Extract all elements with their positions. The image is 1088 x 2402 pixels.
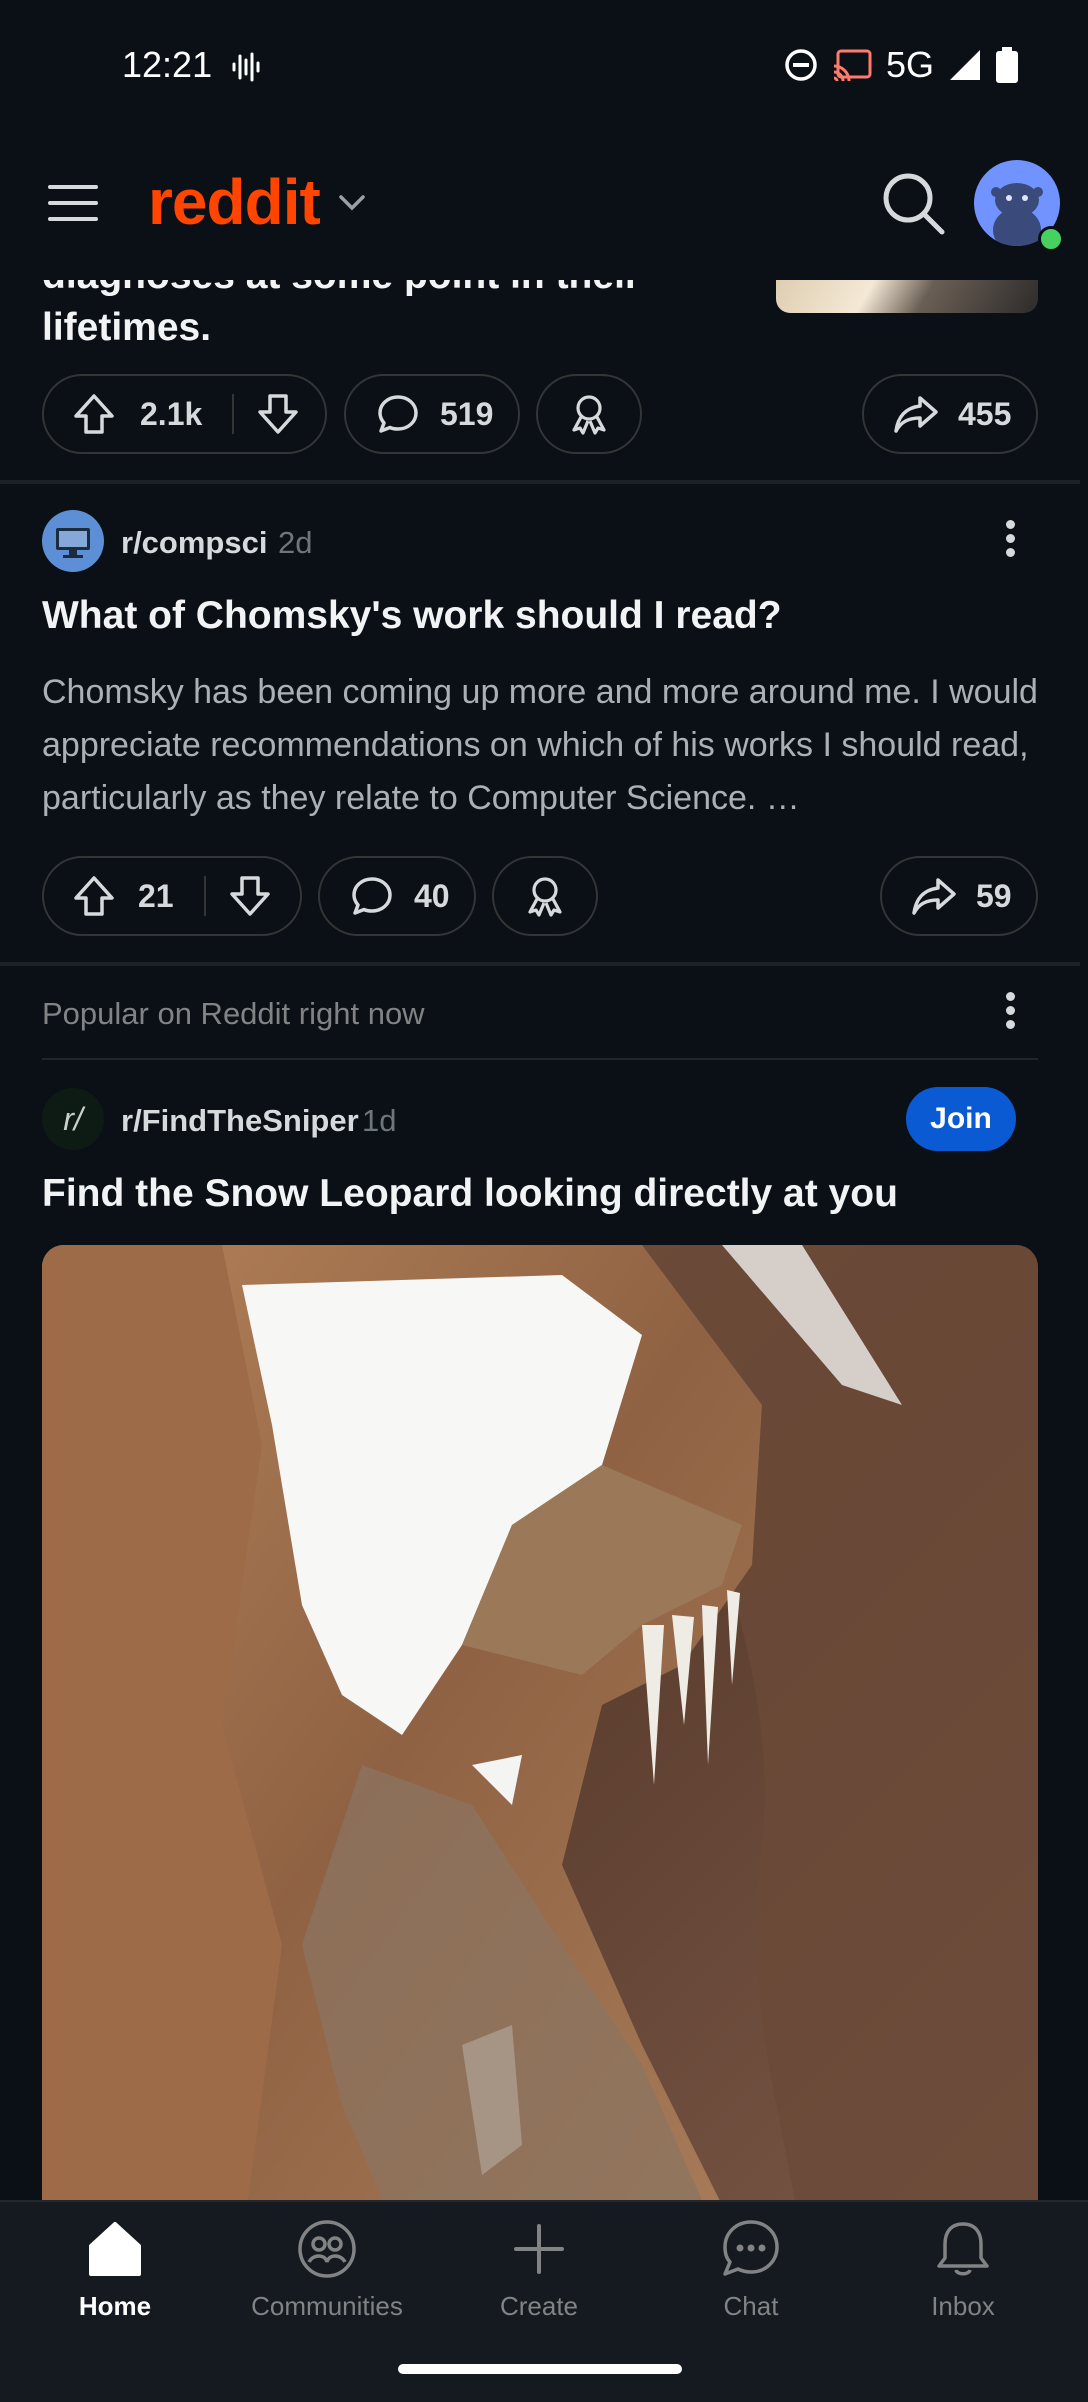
nav-communities[interactable]: Communities [227,2218,427,2322]
share-button[interactable]: 455 [862,374,1038,454]
network-label: 5G [885,44,934,85]
comment-count: 519 [440,395,494,432]
share-count: 59 [976,877,1012,914]
post-title[interactable]: Find the Snow Leopard looking directly a… [42,1172,898,1216]
gesture-bar[interactable] [398,2364,682,2374]
bell-icon [937,2222,989,2276]
nav-chat[interactable]: Chat [651,2218,851,2322]
more-options-icon[interactable] [1006,992,1018,1034]
award-button[interactable] [492,856,598,936]
post-body[interactable]: Chomsky has been coming up more and more… [42,666,1052,826]
battery-icon [996,47,1018,83]
post-divider [0,962,1080,966]
award-icon [572,395,606,435]
communities-icon [298,2220,356,2278]
online-indicator [1038,226,1064,252]
home-icon [89,2222,141,2276]
downvote-icon[interactable] [256,392,300,436]
downvote-icon[interactable] [228,874,272,918]
nav-inbox-label: Inbox [931,2291,995,2321]
nav-chat-label: Chat [723,2291,779,2321]
voice-icon [232,52,260,82]
vote-pill: 21 [42,856,302,936]
nav-communities-label: Communities [251,2291,403,2321]
post-image[interactable] [42,1245,1038,2200]
chat-icon [723,2220,779,2276]
menu-icon[interactable] [48,183,98,223]
comment-icon [352,877,392,915]
share-icon [912,878,956,915]
upvote-count: 2.1k [140,395,203,432]
post-divider [0,480,1080,484]
upvote-icon[interactable] [72,874,116,918]
signal-icon [950,50,980,80]
nav-home-label: Home [78,2291,152,2321]
feed[interactable]: diagnoses at some point in their lifetim… [0,280,1088,2200]
popular-heading: Popular on Reddit right now [42,996,425,1031]
nav-create-label: Create [499,2291,579,2321]
status-icons: 5G [784,44,1018,86]
share-count: 455 [958,395,1012,432]
cast-icon [833,49,872,82]
post-title[interactable]: What of Chomsky's work should I read? [42,594,782,638]
nav-home[interactable]: Home [15,2218,215,2322]
reddit-logo[interactable]: reddit [148,165,321,239]
snow-leopard-photo [42,1245,1038,2200]
vote-pill: 2.1k [42,374,327,454]
dnd-icon [785,49,817,81]
nav-create[interactable]: Create [439,2218,639,2322]
share-icon [894,396,938,433]
more-options-icon[interactable] [1006,520,1018,562]
share-button[interactable]: 59 [880,856,1038,936]
upvote-count: 21 [138,877,174,914]
comment-icon [378,395,418,433]
comments-button[interactable]: 519 [344,374,520,454]
comment-count: 40 [414,877,450,914]
computer-icon [56,528,90,558]
post-age: 1d [362,1103,397,1138]
vote-divider [203,876,206,916]
award-button[interactable] [536,374,642,454]
join-button[interactable]: Join [906,1087,1016,1151]
post-age: 2d [278,525,313,560]
subreddit-avatar[interactable]: r/ [42,1088,104,1150]
subreddit-avatar[interactable] [42,510,104,572]
plus-icon [514,2224,564,2274]
upvote-icon[interactable] [72,392,116,436]
post-thumbnail[interactable] [776,280,1038,313]
chevron-down-icon[interactable] [338,193,366,213]
vote-divider [232,394,235,434]
search-icon[interactable] [880,170,946,236]
award-icon [528,877,562,917]
subreddit-name[interactable]: r/FindTheSniper [121,1103,359,1139]
section-divider [42,1058,1038,1060]
post-title[interactable]: diagnoses at some point in their lifetim… [42,280,682,354]
comments-button[interactable]: 40 [318,856,476,936]
subreddit-name[interactable]: r/compsci [121,525,267,561]
status-time: 12:21 [122,44,213,85]
nav-inbox[interactable]: Inbox [863,2218,1063,2322]
